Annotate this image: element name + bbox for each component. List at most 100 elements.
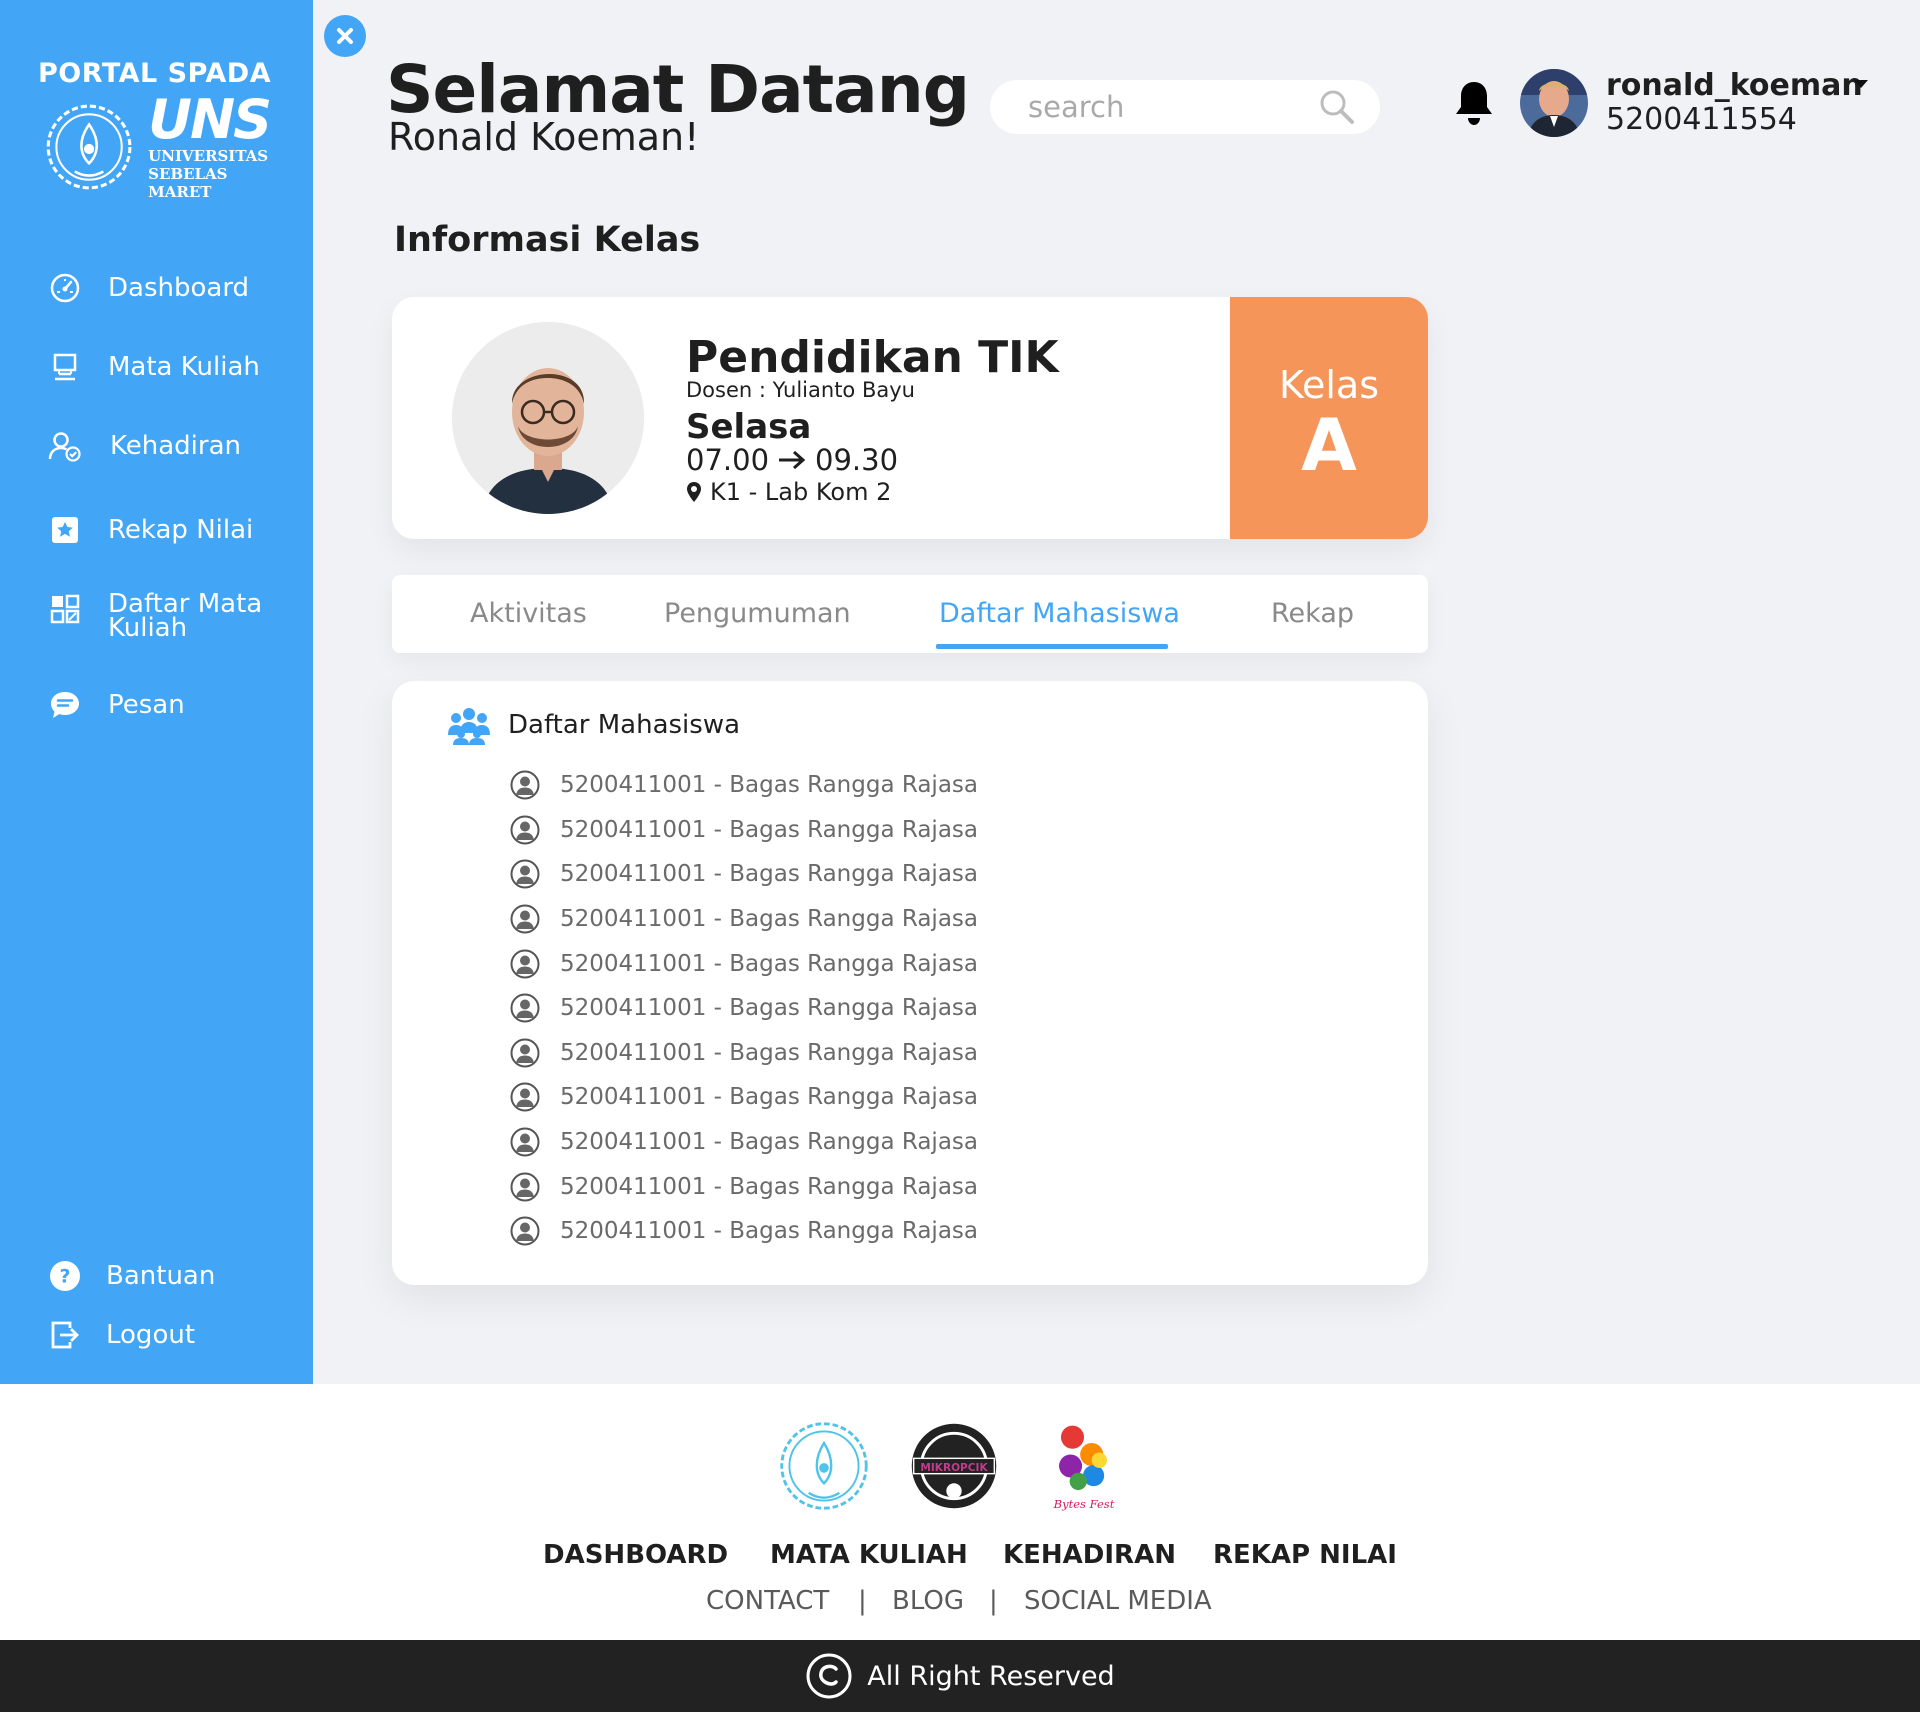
class-badge-letter: A — [1301, 403, 1357, 487]
footer-link-blog[interactable]: BLOG — [892, 1586, 964, 1616]
list-item: 5200411001 - Bagas Rangga Rajasa — [510, 941, 978, 986]
student-name: 5200411001 - Bagas Rangga Rajasa — [560, 1218, 978, 1245]
location-pin-icon — [687, 482, 701, 502]
copyright-icon — [806, 1653, 852, 1699]
time-end: 09.30 — [815, 443, 899, 477]
footer-nav: DASHBOARD MATA KULIAH KEHADIRAN REKAP NI… — [0, 1540, 1920, 1580]
lecturer-photo — [452, 322, 644, 514]
notification-bell-icon[interactable] — [1451, 78, 1497, 128]
university-seal-logo — [46, 104, 132, 190]
himpunan-mikropcik-logo: MIKROPCIK — [911, 1423, 997, 1509]
footer-separator: | — [858, 1586, 867, 1616]
student-list-card: Daftar Mahasiswa 5200411001 - Bagas Rang… — [392, 681, 1428, 1285]
class-tabs: Aktivitas Pengumuman Daftar Mahasiswa Re… — [392, 575, 1428, 653]
close-sidebar-button[interactable] — [324, 15, 366, 57]
user-circle-icon — [510, 1216, 540, 1246]
svg-text:?: ? — [59, 1266, 70, 1288]
student-name: 5200411001 - Bagas Rangga Rajasa — [560, 1173, 978, 1200]
search-bar[interactable] — [990, 80, 1380, 134]
user-circle-icon — [510, 1038, 540, 1068]
sidebar-item-label: Dashboard — [108, 273, 250, 303]
sidebar-item-label: Rekap Nilai — [108, 515, 254, 545]
username[interactable]: ronald_koeman — [1606, 68, 1863, 104]
star-icon — [46, 513, 84, 547]
sidebar-item-dashboard[interactable]: Dashboard — [46, 271, 296, 305]
class-info-card: Pendidikan TIK Dosen : Yulianto Bayu Sel… — [392, 297, 1428, 539]
tab-rekap[interactable]: Rekap — [1271, 597, 1354, 631]
grid-icon — [46, 592, 84, 626]
search-input[interactable] — [1028, 90, 1318, 124]
list-item: 5200411001 - Bagas Rangga Rajasa — [510, 1075, 978, 1120]
footer-link-kehadiran[interactable]: KEHADIRAN — [1003, 1540, 1176, 1570]
sidebar-item-label: Logout — [106, 1320, 196, 1350]
uns-logo-text: UNS — [148, 88, 272, 151]
footer-logos: MIKROPCIK Bytes Fest — [776, 1418, 1166, 1514]
class-time: 07.00 09.30 — [686, 443, 898, 477]
list-item: 5200411001 - Bagas Rangga Rajasa — [510, 986, 978, 1031]
sidebar-item-label: Kehadiran — [110, 431, 241, 461]
sidebar-item-rekap-nilai[interactable]: Rekap Nilai — [46, 513, 296, 547]
footer-link-social-media[interactable]: SOCIAL MEDIA — [1024, 1586, 1212, 1616]
student-name: 5200411001 - Bagas Rangga Rajasa — [560, 995, 978, 1022]
list-item: 5200411001 - Bagas Rangga Rajasa — [510, 897, 978, 942]
uns-subtitle-1: UNIVERSITAS — [148, 147, 269, 165]
arrow-right-icon — [779, 450, 806, 470]
close-icon — [337, 28, 353, 44]
user-circle-icon — [510, 815, 540, 845]
footer-link-dashboard[interactable]: DASHBOARD — [543, 1540, 728, 1570]
user-circle-icon — [510, 1082, 540, 1112]
user-circle-icon — [510, 949, 540, 979]
user-check-icon — [46, 429, 84, 463]
uns-subtitle-2: SEBELAS MARET — [148, 165, 228, 201]
sidebar-item-label: Mata Kuliah — [108, 352, 260, 382]
room-label: K1 - Lab Kom 2 — [710, 478, 892, 506]
class-badge-label: Kelas — [1278, 363, 1380, 407]
avatar[interactable] — [1520, 69, 1588, 137]
brand: PORTAL SPADA UNS UNIVERSITAS SEBELAS MAR… — [38, 58, 288, 201]
copyright-text: All Right Reserved — [867, 1660, 1115, 1692]
sidebar-item-bantuan[interactable]: ? Bantuan — [46, 1259, 296, 1293]
tab-pengumuman[interactable]: Pengumuman — [664, 597, 851, 631]
student-name: 5200411001 - Bagas Rangga Rajasa — [560, 950, 978, 977]
list-item: 5200411001 - Bagas Rangga Rajasa — [510, 1120, 978, 1165]
tab-aktivitas[interactable]: Aktivitas — [470, 597, 587, 631]
student-name: 5200411001 - Bagas Rangga Rajasa — [560, 1084, 978, 1111]
student-name: 5200411001 - Bagas Rangga Rajasa — [560, 772, 978, 799]
time-start: 07.00 — [686, 443, 770, 477]
search-icon[interactable] — [1318, 88, 1356, 126]
sidebar-item-mata-kuliah[interactable]: Mata Kuliah — [46, 350, 296, 384]
student-name: 5200411001 - Bagas Rangga Rajasa — [560, 1039, 978, 1066]
user-id: 5200411554 — [1606, 102, 1797, 137]
sidebar-item-daftar-mata-kuliah[interactable]: Daftar Mata Kuliah — [46, 591, 296, 641]
user-circle-icon — [510, 993, 540, 1023]
section-title: Informasi Kelas — [394, 220, 701, 260]
footer-link-mata-kuliah[interactable]: MATA KULIAH — [770, 1540, 968, 1570]
chevron-down-icon[interactable] — [1853, 78, 1869, 90]
student-list-header: Daftar Mahasiswa — [446, 705, 740, 745]
welcome-name: Ronald Koeman! — [388, 115, 700, 159]
footer-link-rekap-nilai[interactable]: REKAP NILAI — [1213, 1540, 1397, 1570]
user-circle-icon — [510, 1172, 540, 1202]
student-name: 5200411001 - Bagas Rangga Rajasa — [560, 861, 978, 888]
list-item: 5200411001 - Bagas Rangga Rajasa — [510, 1209, 978, 1254]
student-name: 5200411001 - Bagas Rangga Rajasa — [560, 1129, 978, 1156]
user-circle-icon — [510, 1127, 540, 1157]
sidebar-item-kehadiran[interactable]: Kehadiran — [46, 429, 296, 463]
sidebar-item-pesan[interactable]: Pesan — [46, 688, 296, 722]
sidebar-item-label: Bantuan — [106, 1261, 216, 1291]
speedometer-icon — [46, 271, 84, 305]
sidebar-item-logout[interactable]: Logout — [46, 1318, 296, 1352]
student-list-title: Daftar Mahasiswa — [508, 710, 741, 740]
student-name: 5200411001 - Bagas Rangga Rajasa — [560, 906, 978, 933]
tab-daftar-mahasiswa[interactable]: Daftar Mahasiswa — [939, 597, 1180, 631]
class-day: Selasa — [686, 407, 812, 447]
uns-seal-logo — [780, 1422, 868, 1510]
student-name: 5200411001 - Bagas Rangga Rajasa — [560, 816, 978, 843]
footer-link-contact[interactable]: CONTACT — [706, 1586, 829, 1616]
user-circle-icon — [510, 904, 540, 934]
footer: MIKROPCIK Bytes Fest DASHBOARD MATA KULI… — [0, 1384, 1920, 1640]
class-room: K1 - Lab Kom 2 — [686, 477, 891, 507]
student-list: 5200411001 - Bagas Rangga Rajasa 52004110… — [510, 763, 978, 1254]
help-icon: ? — [46, 1259, 84, 1293]
sidebar: PORTAL SPADA UNS UNIVERSITAS SEBELAS MAR… — [0, 0, 313, 1384]
